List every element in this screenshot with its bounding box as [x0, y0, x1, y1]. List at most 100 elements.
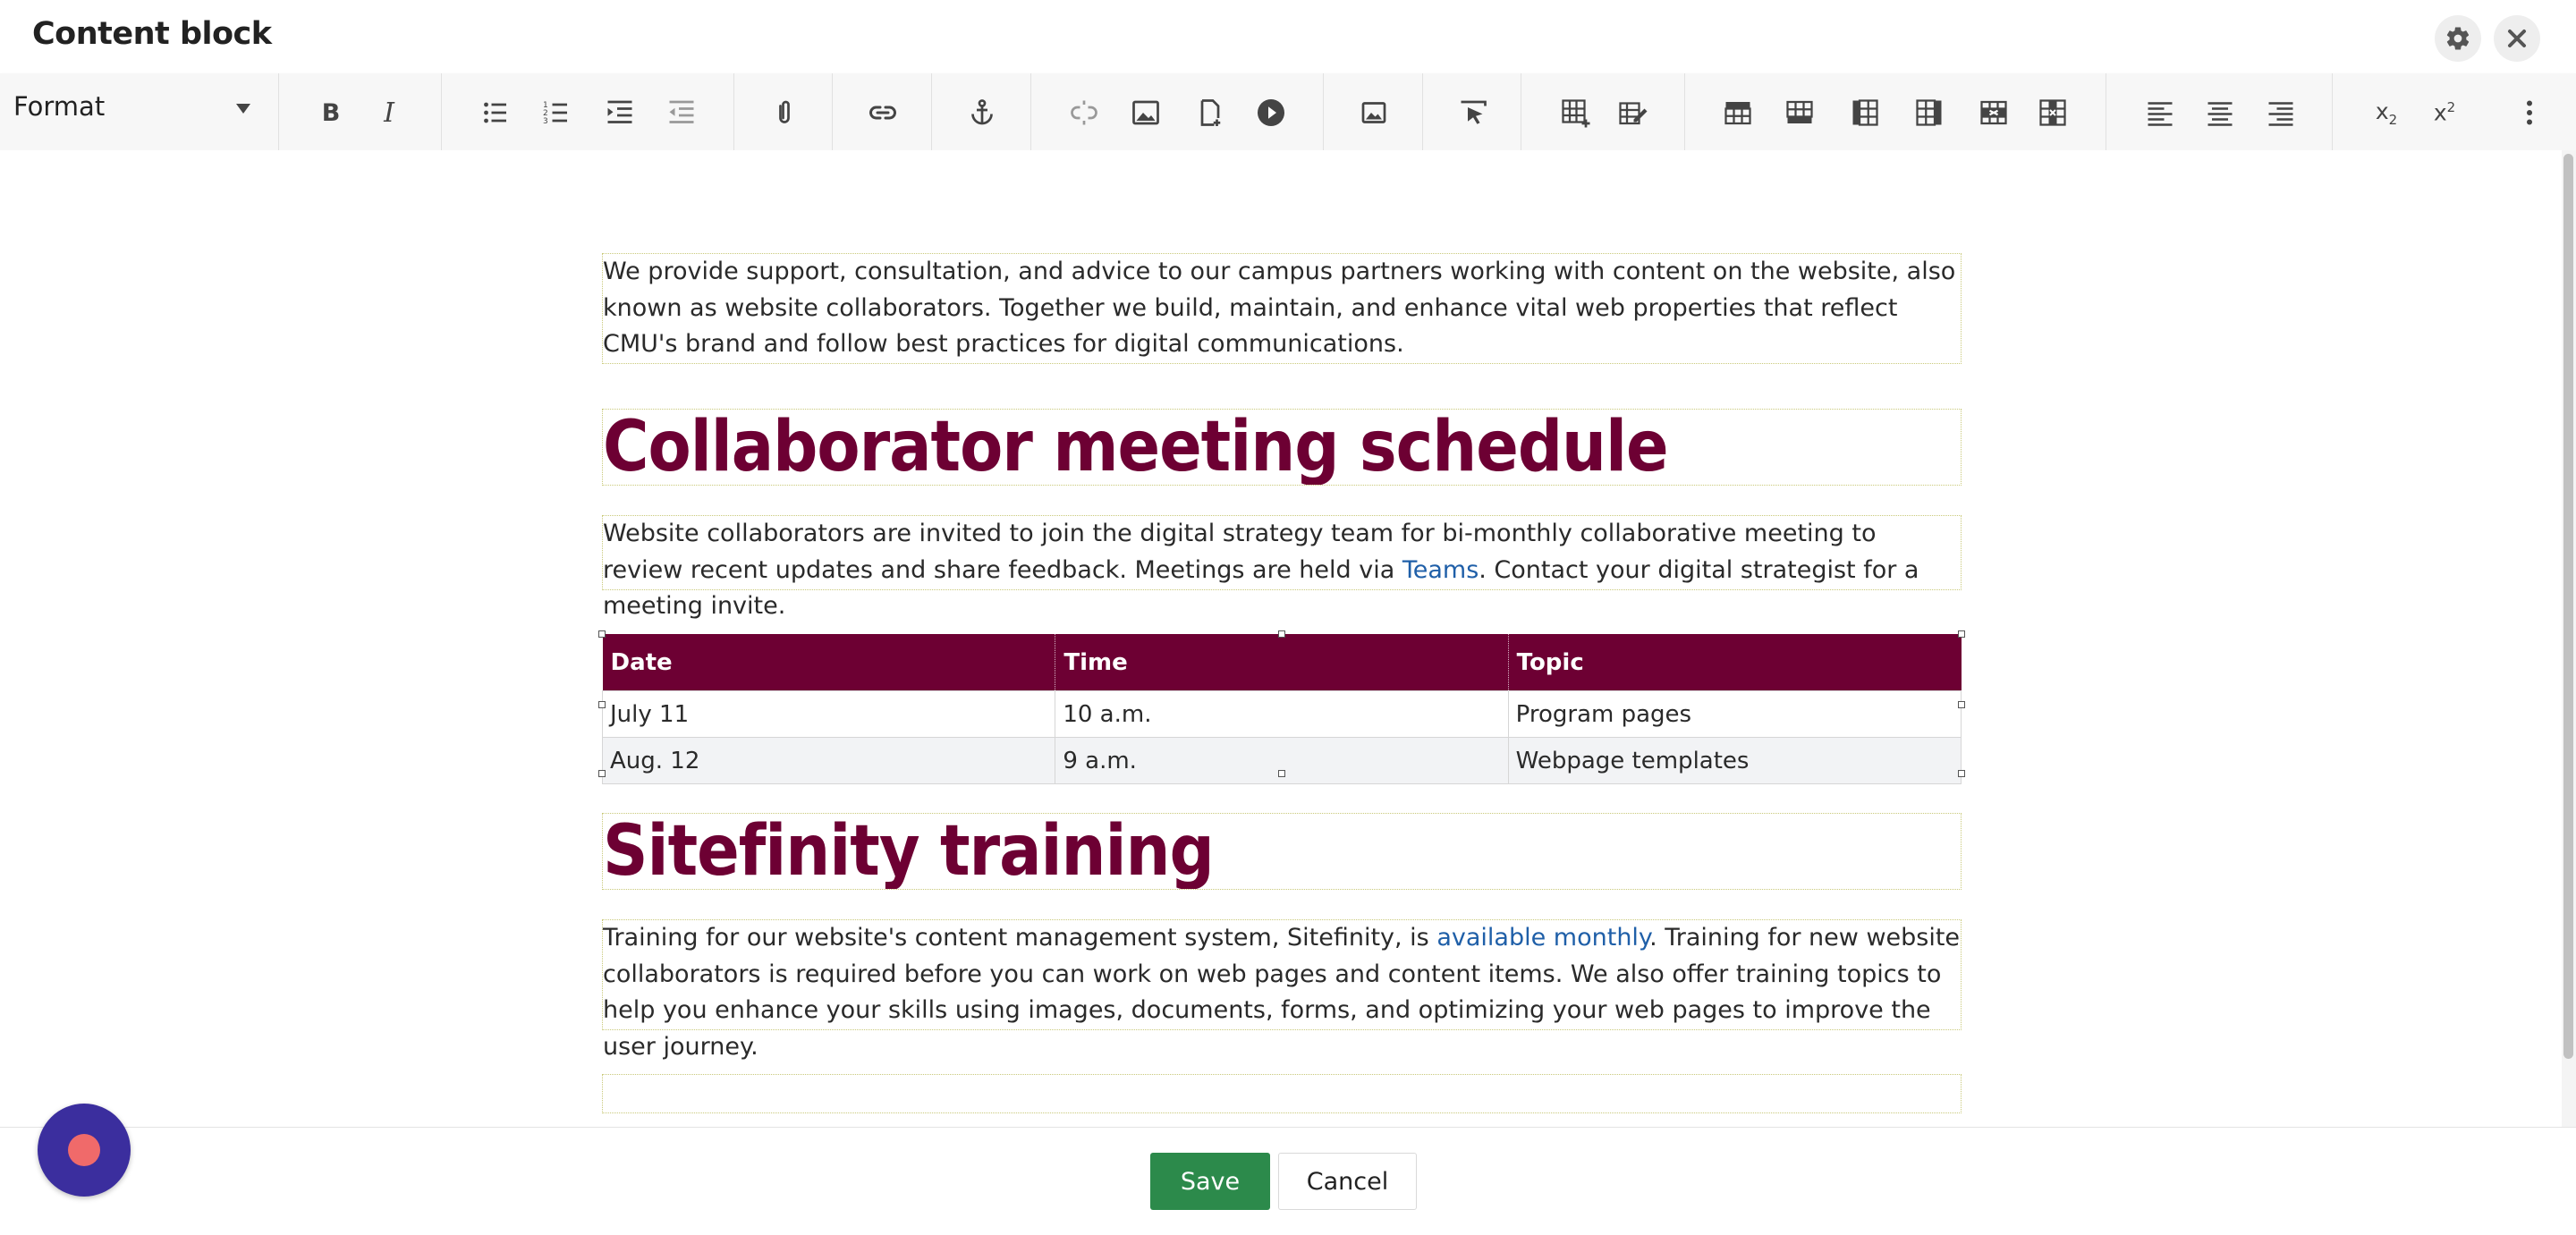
toolbar-divider: [1030, 73, 1031, 150]
settings-button[interactable]: [2435, 15, 2481, 62]
available-monthly-link[interactable]: available monthly: [1436, 924, 1649, 952]
outdent-icon: [669, 100, 694, 123]
resize-handle[interactable]: [598, 701, 606, 708]
insert-row-above-icon: [1724, 102, 1751, 125]
editor-toolbar: Format B I 123 x2 x2: [0, 73, 2576, 151]
link-button[interactable]: [863, 93, 902, 132]
bold-icon: B: [321, 98, 341, 127]
align-left-button[interactable]: [2140, 93, 2180, 132]
resize-handle[interactable]: [598, 630, 606, 638]
toolbar-divider: [1684, 73, 1685, 150]
table-properties-icon: [1619, 102, 1648, 125]
select-element-button[interactable]: [1453, 93, 1493, 132]
resize-handle[interactable]: [1958, 770, 1965, 777]
align-center-icon: [2207, 102, 2233, 126]
editor-canvas[interactable]: We provide support, consultation, and ad…: [0, 150, 2562, 1127]
resize-handle[interactable]: [1958, 701, 1965, 708]
subscript-icon: x2: [2375, 97, 2398, 128]
svg-text:3: 3: [543, 117, 548, 126]
delete-row-icon: [1980, 100, 2007, 125]
training-paragraph[interactable]: Training for our website's content manag…: [602, 919, 1962, 1061]
insert-row-above-button[interactable]: [1718, 93, 1758, 132]
insert-document-button[interactable]: [1191, 93, 1230, 132]
align-center-button[interactable]: [2200, 93, 2240, 132]
table-header-row: Date Time Topic: [602, 634, 1962, 691]
toolbar-divider: [1422, 73, 1423, 150]
training-text: Training for our website's content manag…: [603, 920, 1961, 1065]
insert-image-button[interactable]: [1126, 93, 1165, 132]
insert-video-button[interactable]: [1251, 93, 1291, 132]
italic-button[interactable]: I: [369, 93, 409, 132]
unlink-button[interactable]: [1064, 93, 1104, 132]
intro-paragraph[interactable]: We provide support, consultation, and ad…: [602, 253, 1962, 364]
bold-button[interactable]: B: [311, 93, 351, 132]
toolbar-divider: [2332, 73, 2333, 150]
image-gallery-button[interactable]: [1354, 93, 1394, 132]
image-gallery-icon: [1361, 102, 1386, 123]
heading-block-1[interactable]: Collaborator meeting schedule: [602, 409, 1962, 486]
anchor-button[interactable]: [962, 93, 1002, 132]
cursor-icon: [1461, 100, 1487, 124]
outdent-button[interactable]: [662, 93, 701, 132]
bulleted-list-button[interactable]: [476, 93, 515, 132]
delete-column-icon: [2039, 99, 2066, 126]
table-cell[interactable]: July 11: [601, 690, 1056, 738]
table-cell[interactable]: 10 a.m.: [1055, 690, 1509, 738]
record-button[interactable]: [38, 1104, 131, 1197]
toolbar-divider: [931, 73, 932, 150]
save-button[interactable]: Save: [1150, 1153, 1270, 1210]
gear-icon: [2446, 27, 2470, 50]
more-icon: [2527, 100, 2532, 125]
close-button[interactable]: [2494, 15, 2540, 62]
resize-handle[interactable]: [1278, 630, 1285, 638]
meeting-paragraph[interactable]: Website collaborators are invited to joi…: [602, 515, 1962, 620]
empty-block[interactable]: [602, 1074, 1962, 1113]
subscript-button[interactable]: x2: [2367, 93, 2406, 132]
intro-text: We provide support, consultation, and ad…: [603, 258, 1956, 358]
insert-column-right-icon: [1916, 99, 1942, 126]
insert-column-left-button[interactable]: [1845, 93, 1885, 132]
resize-handle[interactable]: [1278, 770, 1285, 777]
column-header-time[interactable]: Time: [1055, 634, 1509, 691]
superscript-button[interactable]: x2: [2425, 93, 2464, 132]
title-bar: Content block: [0, 0, 2576, 73]
delete-row-button[interactable]: [1974, 93, 2013, 132]
footer-bar: Save Cancel: [0, 1127, 2576, 1235]
table-properties-button[interactable]: [1613, 93, 1652, 132]
toolbar-divider: [832, 73, 833, 150]
superscript-icon: x2: [2433, 99, 2456, 126]
column-header-topic[interactable]: Topic: [1508, 634, 1962, 691]
delete-column-button[interactable]: [2033, 93, 2072, 132]
image-icon: [1132, 100, 1159, 125]
table-cell[interactable]: Aug. 12: [601, 737, 1056, 784]
more-options-button[interactable]: [2510, 93, 2549, 132]
format-label: Format: [13, 91, 106, 122]
attach-file-button[interactable]: [765, 93, 804, 132]
teams-link[interactable]: Teams: [1402, 556, 1479, 584]
close-icon: [2508, 30, 2526, 47]
resize-handle[interactable]: [598, 770, 606, 777]
insert-column-right-button[interactable]: [1910, 93, 1949, 132]
table-cell[interactable]: Program pages: [1507, 690, 1962, 738]
indent-button[interactable]: [600, 93, 640, 132]
column-header-date[interactable]: Date: [602, 634, 1056, 691]
training-text-start: Training for our website's content manag…: [603, 924, 1437, 952]
resize-handle[interactable]: [1958, 630, 1965, 638]
format-dropdown[interactable]: Format: [0, 73, 277, 150]
paperclip-icon: [779, 100, 790, 123]
insert-column-left-icon: [1852, 99, 1878, 126]
align-right-icon: [2268, 102, 2293, 126]
meeting-schedule-table[interactable]: Date Time Topic July 11 10 a.m. Program …: [598, 630, 1965, 784]
scrollbar-thumb[interactable]: [2563, 154, 2573, 1059]
cancel-button[interactable]: Cancel: [1278, 1153, 1417, 1210]
insert-table-icon: [1562, 99, 1590, 128]
heading-block-2[interactable]: Sitefinity training: [602, 813, 1962, 890]
toolbar-divider: [441, 73, 442, 150]
schedule-table[interactable]: Date Time Topic July 11 10 a.m. Program …: [601, 634, 1962, 784]
align-right-button[interactable]: [2261, 93, 2301, 132]
numbered-list-button[interactable]: 123: [537, 93, 576, 132]
insert-table-button[interactable]: [1555, 93, 1595, 132]
link-icon: [869, 106, 896, 120]
insert-row-below-button[interactable]: [1780, 93, 1819, 132]
table-cell[interactable]: Webpage templates: [1507, 737, 1962, 784]
